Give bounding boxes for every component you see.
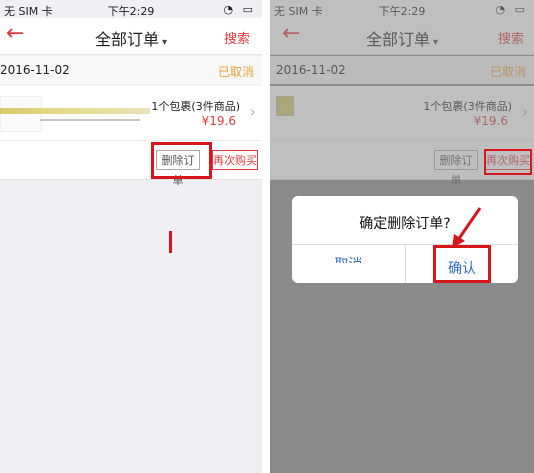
highlight-box (433, 245, 491, 283)
left-screen: 无 SIM 卡 下午2:29 ◔ ▭ ← 全部订单 ▾ 搜索 2016-11-02… (0, 0, 262, 473)
status-bar: 无 SIM 卡 下午2:29 ◔ ▭ (270, 0, 534, 18)
orders-filter-dropdown[interactable]: 全部订单 ▾ (270, 26, 534, 50)
search-button[interactable]: 搜索 (224, 28, 250, 47)
product-thumbnail (40, 119, 140, 121)
order-date: 2016-11-02 (0, 63, 70, 77)
order-summary: 1个包裹(3件商品) (423, 100, 512, 113)
battery-icon: ◔ ▭ (495, 3, 528, 16)
tap-indicator (169, 231, 172, 253)
chevron-right-icon[interactable]: › (522, 102, 528, 121)
product-thumbnail (276, 96, 294, 116)
page-title: 全部订单 (365, 30, 430, 49)
nav-bar: ← 全部订单 ▾ 搜索 (0, 18, 262, 55)
highlight-box (484, 149, 532, 175)
order-summary: 1个包裹(3件商品) (151, 100, 240, 113)
nav-bar: ← 全部订单 ▾ 搜索 (270, 18, 534, 55)
panel-divider (262, 0, 270, 473)
rebuy-button[interactable]: 再次购买 (212, 150, 258, 170)
page-title: 全部订单 (94, 30, 159, 49)
highlight-box (151, 142, 212, 179)
order-price: ¥19.6 (473, 114, 508, 128)
chevron-right-icon[interactable]: › (250, 102, 256, 121)
order-goods-row[interactable]: 1个包裹(3件商品) ¥19.6 › (0, 86, 262, 141)
order-price: ¥19.6 (201, 114, 236, 128)
order-status: 已取消 (217, 65, 254, 79)
order-actions: 删除订单 再次购买 (0, 141, 262, 187)
chevron-down-icon: ▾ (161, 37, 168, 48)
product-thumbnail (0, 96, 42, 132)
dialog-cancel-button[interactable]: 取消 (292, 254, 405, 263)
pointer-arrow-icon (452, 207, 482, 248)
product-thumbnail (0, 108, 150, 114)
chevron-down-icon: ▾ (432, 37, 439, 48)
status-time: 下午2:29 (378, 5, 426, 18)
battery-icon: ◔ ▭ (223, 3, 256, 16)
order-date: 2016-11-02 (276, 63, 346, 77)
status-bar: 无 SIM 卡 下午2:29 ◔ ▭ (0, 0, 262, 18)
order-goods-row[interactable]: 1个包裹(3件商品) ¥19.6 › (270, 86, 534, 141)
right-screen: 无 SIM 卡 下午2:29 ◔ ▭ ← 全部订单 ▾ 搜索 2016-11-02… (270, 0, 534, 473)
order-status: 已取消 (489, 65, 526, 79)
order-header: 2016-11-02 已取消 (0, 56, 262, 84)
search-button[interactable]: 搜索 (498, 28, 524, 47)
delete-order-button[interactable]: 删除订单 (434, 150, 478, 187)
orders-filter-dropdown[interactable]: 全部订单 ▾ (0, 26, 262, 50)
order-header: 2016-11-02 已取消 (270, 56, 534, 84)
